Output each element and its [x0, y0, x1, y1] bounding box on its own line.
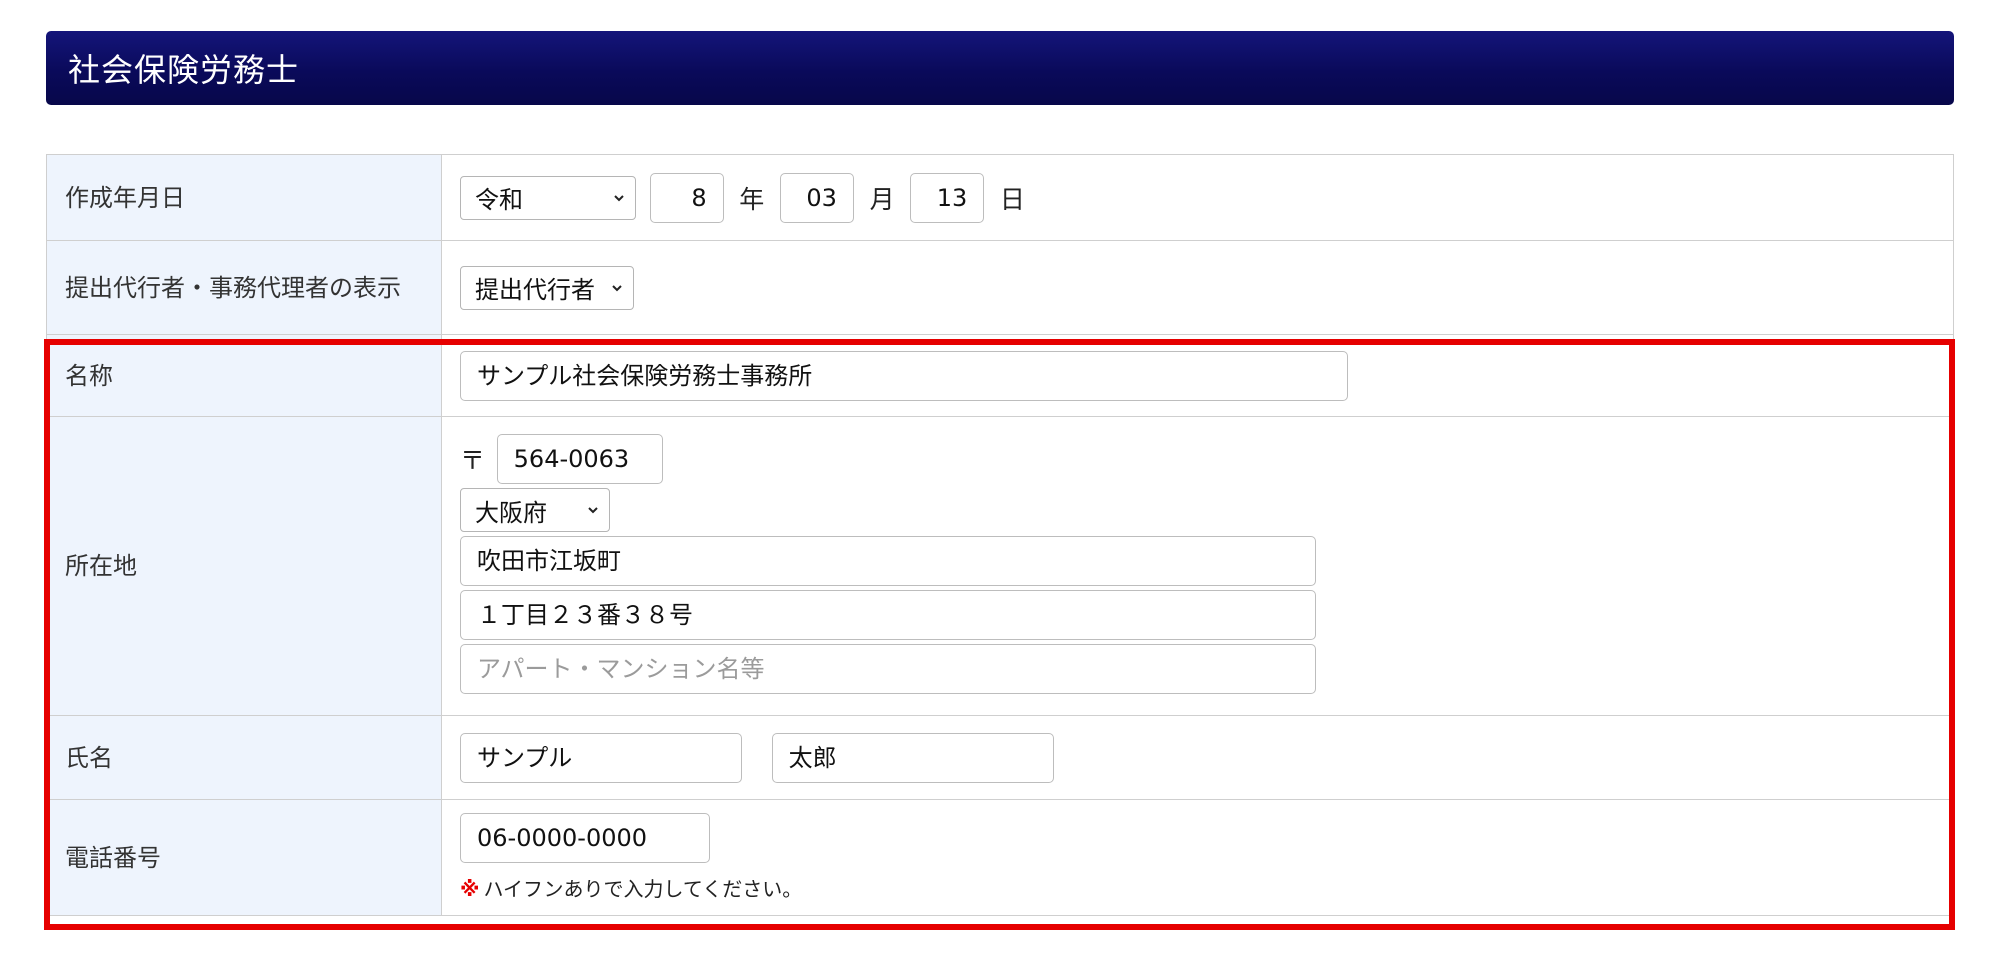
address-fields: 〒 564-0063 大阪府 吹田市江坂町 １丁目２３番３８号 アパート・マンシ… [441, 416, 1954, 716]
street-input[interactable]: １丁目２３番３８号 [460, 590, 1316, 640]
row-name: 名称 サンプル社会保険労務士事務所 [46, 334, 1954, 417]
month-input[interactable]: 03 [779, 172, 854, 223]
year-unit: 年 [739, 184, 765, 214]
person-name-fields: サンプル 太郎 [441, 715, 1954, 800]
note-text: ハイフンありで入力してください。 [483, 877, 803, 901]
month-unit: 月 [869, 184, 895, 214]
display-type-value: 提出代行者 [475, 276, 595, 304]
label-name: 名称 [46, 334, 442, 417]
era-select-value: 令和 [475, 186, 523, 214]
prefecture-value: 大阪府 [475, 498, 547, 527]
phone-input[interactable]: 06-0000-0000 [460, 813, 710, 863]
row-phone: 電話番号 06-0000-0000 ※ ハイフンありで入力してください。 [46, 799, 1954, 916]
section-header: 社会保険労務士 [46, 31, 1954, 105]
last-name-input[interactable]: サンプル [460, 732, 742, 783]
era-select[interactable]: 令和 [460, 175, 636, 220]
page: 社会保険労務士 作成年月日 令和 8 年 03 月 13 日 提出代行者・事務代… [0, 0, 2000, 957]
office-name-input[interactable]: サンプル社会保険労務士事務所 [460, 350, 1348, 401]
chevron-down-icon [612, 284, 622, 291]
chevron-down-icon [588, 507, 598, 514]
phone-note: ※ ハイフンありで入力してください。 [460, 873, 1953, 902]
first-name-input[interactable]: 太郎 [771, 732, 1054, 783]
street-line: １丁目２３番３８号 [460, 590, 1953, 640]
label-display-type: 提出代行者・事務代理者の表示 [46, 240, 442, 335]
name-field-cell: サンプル社会保険労務士事務所 [441, 334, 1954, 417]
label-phone: 電話番号 [46, 799, 442, 916]
label-created-date: 作成年月日 [46, 154, 442, 241]
label-person-name: 氏名 [46, 715, 442, 800]
display-type-field: 提出代行者 [441, 240, 1954, 335]
phone-field-cell: 06-0000-0000 ※ ハイフンありで入力してください。 [441, 799, 1954, 916]
chevron-down-icon [614, 194, 624, 201]
city-line: 吹田市江坂町 [460, 536, 1953, 586]
building-input[interactable]: アパート・マンション名等 [460, 644, 1316, 694]
section-title: 社会保険労務士 [68, 51, 300, 89]
display-type-select[interactable]: 提出代行者 [460, 265, 634, 310]
row-person-name: 氏名 サンプル 太郎 [46, 715, 1954, 800]
prefecture-line: 大阪府 [460, 488, 1953, 532]
note-mark: ※ [460, 877, 480, 901]
label-address: 所在地 [46, 416, 442, 716]
row-display-type: 提出代行者・事務代理者の表示 提出代行者 [46, 240, 1954, 335]
row-address: 所在地 〒 564-0063 大阪府 吹田市江坂町 １丁目２３番３８号 アパート… [46, 416, 1954, 716]
building-line: アパート・マンション名等 [460, 644, 1953, 694]
postal-code-input[interactable]: 564-0063 [496, 434, 663, 484]
city-input[interactable]: 吹田市江坂町 [460, 536, 1316, 586]
form-table: 作成年月日 令和 8 年 03 月 13 日 提出代行者・事務代理者の表示 提出… [46, 154, 1954, 916]
prefecture-select[interactable]: 大阪府 [460, 488, 610, 532]
postal-line: 〒 564-0063 [460, 434, 1953, 484]
day-input[interactable]: 13 [910, 172, 985, 223]
postal-mark: 〒 [460, 446, 486, 475]
day-unit: 日 [999, 184, 1025, 214]
created-date-fields: 令和 8 年 03 月 13 日 [441, 154, 1954, 241]
year-input[interactable]: 8 [649, 172, 724, 223]
row-created-date: 作成年月日 令和 8 年 03 月 13 日 [46, 154, 1954, 241]
